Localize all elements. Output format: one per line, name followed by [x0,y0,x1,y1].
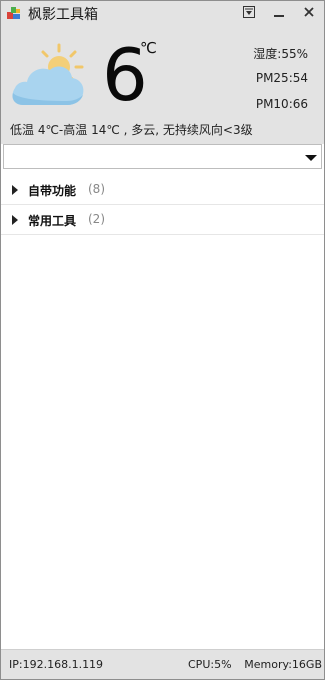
expand-arrow-icon[interactable] [11,214,19,225]
partly-cloudy-icon [9,43,89,109]
weather-summary: 低温 4℃-高温 14℃ , 多云, 无持续风向<3级 [10,123,253,137]
close-icon [304,7,314,17]
pm10-label: PM10:66 [255,97,308,111]
status-bar: IP:192.168.1.119 CPU:5% Memory:16GB [1,649,324,679]
window-controls [234,1,324,23]
pm25-label: PM25:54 [255,71,308,85]
city-select-dropdown[interactable] [3,144,322,169]
toolbox-app-icon [6,5,22,21]
memory-info: Memory:16GB [244,658,322,671]
humidity-label: 湿度:55% [253,47,308,61]
cpu-usage: CPU:5% [188,658,232,671]
tree-item-label: 自带功能 [28,184,77,198]
menu-dropdown-icon [243,6,255,18]
ip-address: IP:192.168.1.119 [9,658,104,671]
tree-item-count: (2) [88,212,105,226]
temperature-unit: ℃ [140,39,157,57]
chevron-down-icon [305,152,317,162]
title-bar[interactable]: 枫影工具箱 [1,1,324,25]
tree-item-common-tools[interactable]: 常用工具 (2) [1,205,324,235]
minimize-button[interactable] [264,1,294,23]
close-button[interactable] [294,1,324,23]
minimize-icon [274,15,284,17]
tree-item-builtin[interactable]: 自带功能 (8) [1,175,324,205]
tool-tree: 自带功能 (8) 常用工具 (2) [1,175,324,235]
tree-item-count: (8) [88,182,105,196]
app-title: 枫影工具箱 [28,7,98,23]
dropdown-menu-button[interactable] [234,1,264,23]
app-window: 枫影工具箱 6 ℃ 湿度:55% PM25:54 PM10:66 低温 4℃-高… [0,0,325,680]
tree-item-label: 常用工具 [28,214,77,228]
header-panel: 枫影工具箱 6 ℃ 湿度:55% PM25:54 PM10:66 低温 4℃-高… [1,1,324,144]
expand-arrow-icon[interactable] [11,184,19,195]
